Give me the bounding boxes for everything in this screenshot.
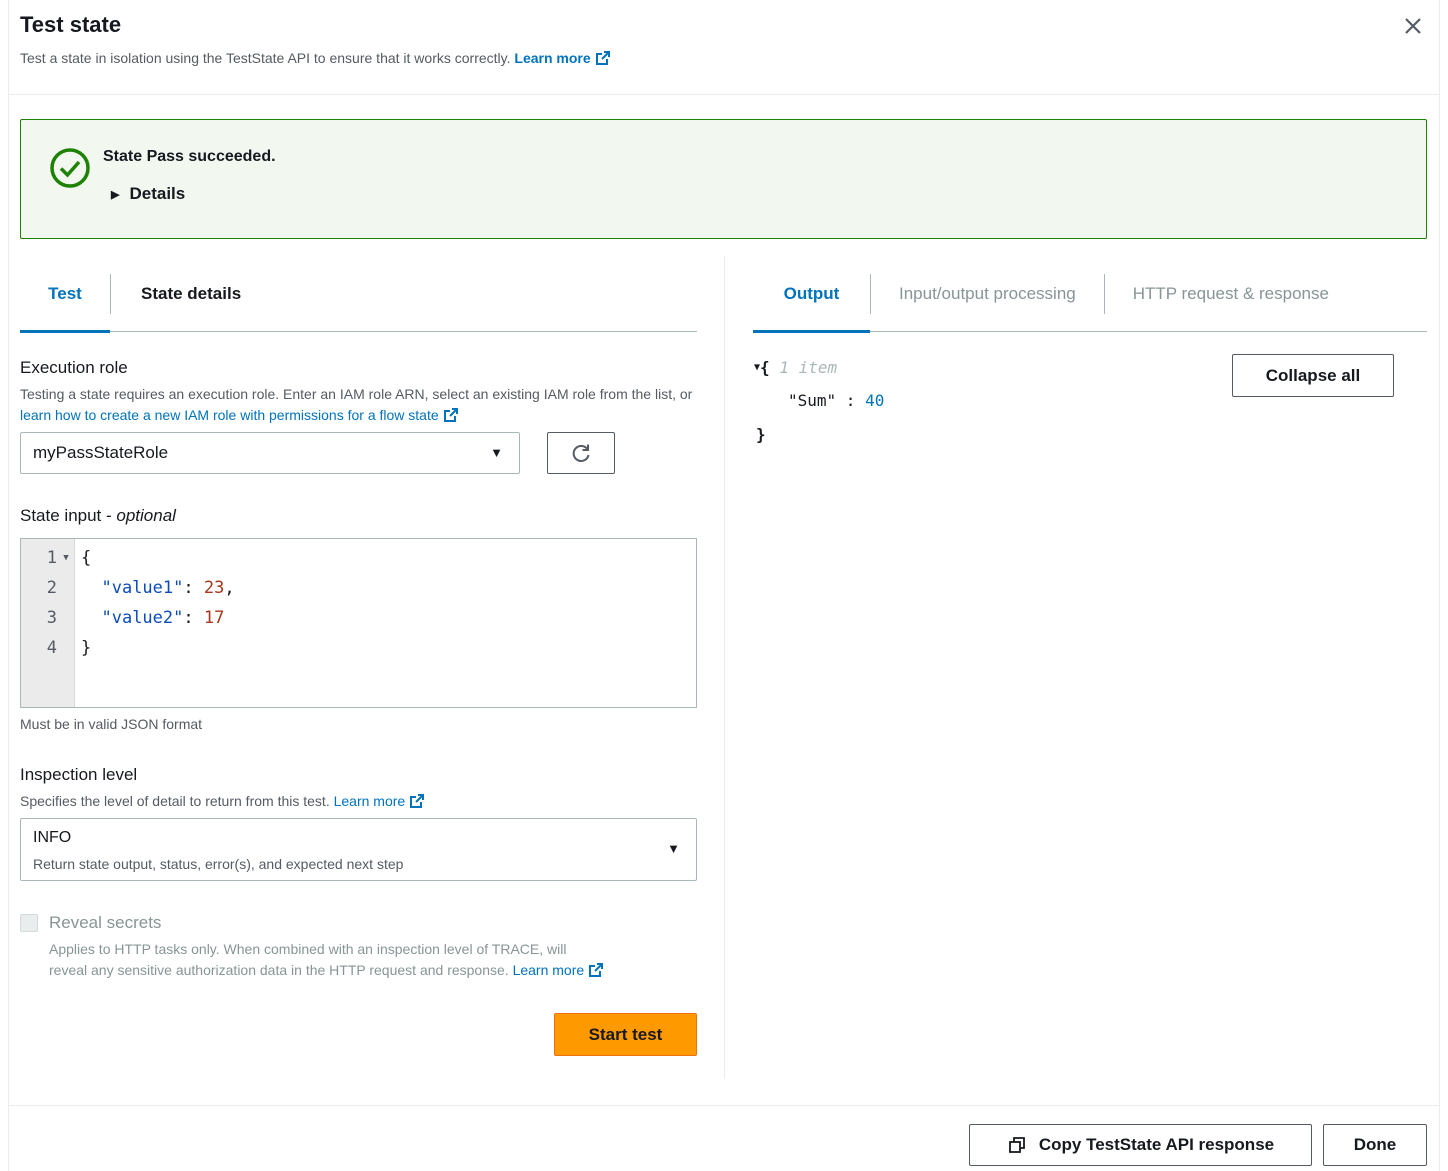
copy-api-response-label: Copy TestState API response (1038, 1135, 1275, 1154)
alert-details-label: Details (129, 184, 186, 203)
tab-test-label: Test (48, 283, 82, 303)
reveal-secrets-learn-more-label: Learn more (512, 962, 585, 978)
state-input-hint: Must be in valid JSON format (20, 716, 203, 732)
json-key: "value2" (101, 608, 184, 628)
json-comma: , (224, 578, 235, 598)
create-iam-role-link[interactable]: learn how to create a new IAM role with … (20, 407, 459, 423)
json-entry: "Sum" : 40 (788, 387, 884, 415)
tab-input-output-processing[interactable]: Input/output processing (871, 256, 1104, 332)
editor-line: 3 "value2": 17 (21, 603, 696, 633)
code-text: "value2": 17 (101, 608, 225, 628)
external-link-icon (595, 51, 610, 65)
learn-more-link-label: Learn more (514, 50, 591, 66)
alert-title: State Pass succeeded. (103, 148, 276, 165)
reveal-secrets-desc-line2: reveal any sensitive authorization data … (49, 960, 604, 981)
refresh-icon (572, 444, 590, 462)
reveal-secrets-desc-line2-text: reveal any sensitive authorization data … (49, 962, 509, 978)
code-text: "value1": 23, (101, 578, 235, 598)
caret-down-icon: ▼ (667, 841, 680, 856)
close-icon[interactable] (1401, 14, 1425, 38)
inspection-level-value: INFO (33, 829, 72, 846)
editor-line: 2 "value1": 23, (21, 573, 696, 603)
execution-role-desc: Testing a state requires an execution ro… (20, 384, 700, 426)
right-tabs: Output Input/output processing HTTP requ… (753, 256, 1427, 333)
test-state-modal: Test state Test a state in isolation usi… (8, 0, 1440, 1171)
json-close-line: } (756, 421, 766, 449)
editor-line: 1 ▼ { (21, 543, 696, 573)
inspection-learn-more-label: Learn more (333, 793, 406, 809)
external-link-icon (410, 794, 425, 808)
execution-role-value: myPassStateRole (33, 443, 169, 462)
tab-output[interactable]: Output (753, 256, 870, 333)
line-number: 1 (46, 548, 57, 568)
copy-api-response-button[interactable]: Copy TestState API response (969, 1124, 1312, 1166)
line-number: 4 (46, 638, 57, 658)
state-input-editor[interactable]: 1 ▼ { 2 "value1": 23, 3 "value2": 17 4 } (20, 538, 697, 708)
tab-state-details-label: State details (141, 283, 242, 303)
state-input-label-text: State input - (20, 506, 117, 525)
json-item-count: 1 item (779, 358, 838, 377)
execution-role-label: Execution role (20, 358, 128, 377)
column-divider (724, 256, 725, 1079)
tab-io-processing-label: Input/output processing (899, 283, 1076, 303)
tab-http-request-response[interactable]: HTTP request & response (1105, 256, 1329, 332)
inspection-level-desc: Specifies the level of detail to return … (20, 791, 425, 812)
reveal-secrets-label: Reveal secrets (49, 913, 162, 932)
json-key: "Sum" (788, 391, 837, 410)
code-text: { (81, 548, 92, 568)
inspection-level-value-desc: Return state output, status, error(s), a… (33, 856, 404, 872)
modal-subtitle-text: Test a state in isolation using the Test… (20, 50, 511, 66)
modal-footer: Copy TestState API response Done (9, 1105, 1439, 1171)
tab-test[interactable]: Test (20, 256, 110, 333)
external-link-icon (589, 963, 604, 977)
json-key: "value1" (101, 578, 184, 598)
json-open-brace: { (760, 358, 770, 377)
inspection-learn-more-link[interactable]: Learn more (334, 793, 426, 809)
success-alert: State Pass succeeded. ▶ Details (20, 119, 1427, 239)
json-close-brace: } (756, 425, 766, 444)
line-number: 2 (46, 578, 57, 598)
left-tabs: Test State details (20, 256, 697, 333)
done-button[interactable]: Done (1323, 1124, 1427, 1166)
inspection-level-select[interactable]: INFO Return state output, status, error(… (20, 818, 697, 881)
modal-header: Test state Test a state in isolation usi… (9, 0, 1439, 95)
fold-arrow-icon[interactable]: ▼ (57, 553, 75, 563)
external-link-icon (443, 408, 458, 422)
tab-http-label: HTTP request & response (1132, 283, 1329, 303)
inspection-level-label: Inspection level (20, 765, 138, 784)
refresh-roles-button[interactable] (547, 432, 615, 474)
json-number: 23 (203, 578, 225, 598)
json-number: 40 (865, 391, 885, 410)
json-root-line: ▼{ 1 item (754, 354, 837, 382)
state-input-optional: optional (116, 506, 176, 525)
json-number: 17 (203, 608, 225, 628)
learn-more-link[interactable]: Learn more (514, 50, 610, 66)
reveal-secrets-checkbox[interactable] (20, 914, 38, 932)
tab-output-label: Output (783, 283, 840, 303)
alert-details-toggle[interactable]: ▶ Details (111, 184, 185, 204)
success-check-icon (50, 148, 90, 188)
caret-right-icon: ▶ (111, 188, 120, 201)
execution-role-select[interactable]: myPassStateRole ▼ (20, 432, 520, 474)
execution-role-desc-text: Testing a state requires an execution ro… (20, 386, 693, 402)
editor-line: 4 } (21, 633, 696, 663)
reveal-secrets-learn-more-link[interactable]: Learn more (513, 962, 605, 978)
json-colon: : (836, 391, 866, 410)
code-text: } (81, 638, 92, 658)
modal-title: Test state (20, 12, 122, 37)
line-number: 3 (46, 608, 57, 628)
create-iam-role-link-label: learn how to create a new IAM role with … (20, 407, 439, 423)
state-input-label: State input - optional (20, 506, 176, 526)
copy-icon (1008, 1137, 1025, 1153)
reveal-secrets-desc-line1: Applies to HTTP tasks only. When combine… (49, 941, 567, 957)
tab-state-details[interactable]: State details (111, 256, 241, 332)
caret-down-icon: ▼ (490, 445, 503, 460)
collapse-all-button[interactable]: Collapse all (1232, 354, 1394, 397)
start-test-button[interactable]: Start test (554, 1013, 697, 1056)
inspection-level-desc-text: Specifies the level of detail to return … (20, 793, 330, 809)
modal-subtitle: Test a state in isolation using the Test… (20, 50, 611, 66)
